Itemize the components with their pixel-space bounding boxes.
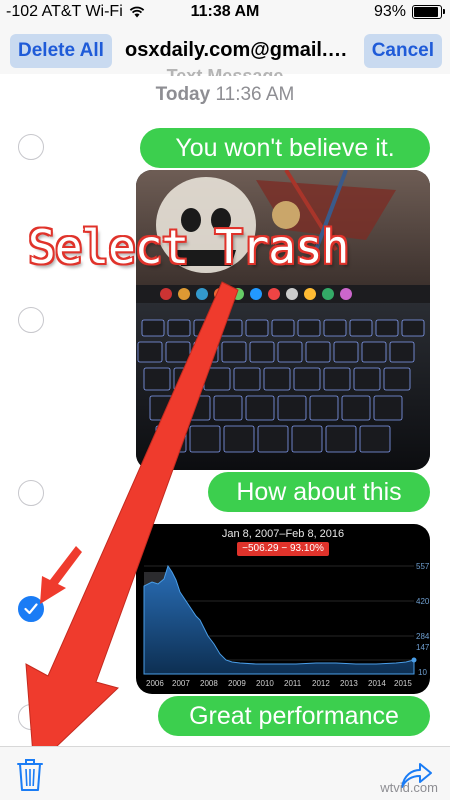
y-tick-557: 557 [416,562,430,571]
message-chart-image[interactable]: Jan 8, 2007–Feb 8, 2016 −506.29 − 93.10%… [136,524,430,694]
y-tick-284: 284 [416,632,430,641]
x-tick-2008: 2008 [200,679,218,688]
select-trash-annotation: Select Trash [27,219,350,275]
x-tick-2012: 2012 [312,679,330,688]
stock-area-chart: 557 420 284 147 10 2006 2007 2008 2009 2… [143,562,430,688]
small-arrow-icon [40,546,82,604]
watermark: wtvid.com [380,780,438,795]
status-right: 93% [373,3,445,21]
y-tick-420: 420 [416,597,430,606]
select-message-3[interactable] [18,480,44,506]
message-photo[interactable] [136,170,430,470]
conversation-title: osxdaily.com@gmail.com [125,39,353,61]
timestamp-time: 11:36 AM [215,84,295,105]
x-tick-2011: 2011 [284,679,302,688]
cut-header: Text Message [166,66,284,76]
x-tick-2015: 2015 [394,679,412,688]
keyboard-photo [136,170,430,470]
message-bubble-1[interactable]: You won't believe it. [140,128,430,168]
message-timestamp: Today 11:36 AM [0,84,450,106]
x-tick-2006: 2006 [146,679,164,688]
x-tick-2007: 2007 [172,679,190,688]
battery-percent: 93% [373,3,406,20]
battery-icon [412,5,445,19]
checkmark-icon [24,603,38,615]
message-bubble-5[interactable]: Great performance [158,696,430,736]
x-tick-2014: 2014 [368,679,386,688]
select-message-1[interactable] [18,134,44,160]
timestamp-day: Today [155,84,211,105]
trash-button[interactable] [14,757,46,793]
x-tick-2013: 2013 [340,679,358,688]
select-message-5[interactable] [18,704,44,730]
y-tick-10: 10 [418,668,427,677]
status-bar: -102 AT&T Wi-Fi 11:38 AM 93% [0,0,450,26]
message-bubble-3[interactable]: How about this [208,472,430,512]
x-tick-2009: 2009 [228,679,246,688]
y-tick-147: 147 [416,643,430,652]
battery-fill [414,7,439,17]
select-message-2[interactable] [18,307,44,333]
select-message-4[interactable] [18,596,44,622]
trash-icon [17,759,43,791]
x-tick-2010: 2010 [256,679,274,688]
